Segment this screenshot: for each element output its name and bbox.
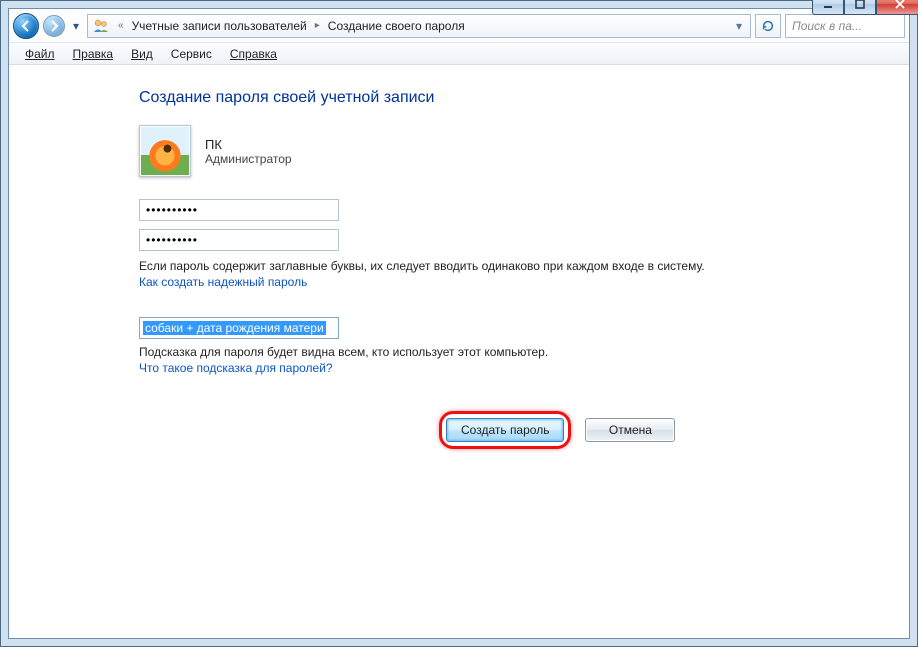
address-bar[interactable]: « Учетные записи пользователей ▸ Создани… <box>87 14 751 38</box>
menu-file[interactable]: Файл <box>17 45 63 63</box>
hint-selected-text: собаки + дата рождения матери <box>143 321 326 335</box>
address-dropdown-icon[interactable]: ▾ <box>732 19 746 33</box>
hint-help-link[interactable]: Что такое подсказка для паролей? <box>139 361 333 375</box>
hint-visibility-text: Подсказка для пароля будет видна всем, к… <box>139 345 889 359</box>
back-button[interactable] <box>13 13 39 39</box>
refresh-button[interactable] <box>755 14 781 38</box>
user-role: Администратор <box>205 152 292 166</box>
window-frame: ▾ « Учетные записи пользователей ▸ Созда… <box>0 0 918 647</box>
menu-edit[interactable]: Правка <box>65 45 122 63</box>
titlebar-caption-buttons <box>812 0 918 20</box>
user-summary: ПК Администратор <box>139 125 889 177</box>
breadcrumb-root[interactable]: Учетные записи пользователей <box>132 19 307 33</box>
breadcrumb-prev-icon[interactable]: « <box>116 20 126 31</box>
search-placeholder: Поиск в па... <box>792 19 862 33</box>
button-row: Создать пароль Отмена <box>139 411 889 449</box>
menu-help[interactable]: Справка <box>222 45 285 63</box>
user-name: ПК <box>205 137 292 152</box>
recent-pages-dropdown[interactable]: ▾ <box>69 15 83 37</box>
strong-password-link[interactable]: Как создать надежный пароль <box>139 275 307 289</box>
close-button[interactable] <box>876 0 918 15</box>
caps-warning-text: Если пароль содержит заглавные буквы, их… <box>139 259 889 273</box>
navigation-bar: ▾ « Учетные записи пользователей ▸ Созда… <box>9 9 909 43</box>
cancel-button[interactable]: Отмена <box>585 418 675 442</box>
menu-tools[interactable]: Сервис <box>163 45 220 63</box>
password-input[interactable]: •••••••••• <box>139 199 339 221</box>
create-password-button[interactable]: Создать пароль <box>446 418 564 442</box>
flower-icon <box>141 127 189 175</box>
minimize-button[interactable] <box>812 0 844 15</box>
page-title: Создание пароля своей учетной записи <box>139 89 889 107</box>
chevron-right-icon: ▸ <box>313 20 322 31</box>
maximize-button[interactable] <box>844 0 876 15</box>
forward-button[interactable] <box>43 15 65 37</box>
avatar <box>139 125 191 177</box>
password-hint-input[interactable]: собаки + дата рождения матери <box>139 317 339 339</box>
user-accounts-icon <box>92 17 110 35</box>
tutorial-highlight: Создать пароль <box>439 411 571 449</box>
menu-view[interactable]: Вид <box>123 45 161 63</box>
breadcrumb-current[interactable]: Создание своего пароля <box>328 19 465 33</box>
password-confirm-input[interactable]: •••••••••• <box>139 229 339 251</box>
content-area: Создание пароля своей учетной записи ПК … <box>9 65 909 638</box>
menu-bar: Файл Правка Вид Сервис Справка <box>9 43 909 65</box>
